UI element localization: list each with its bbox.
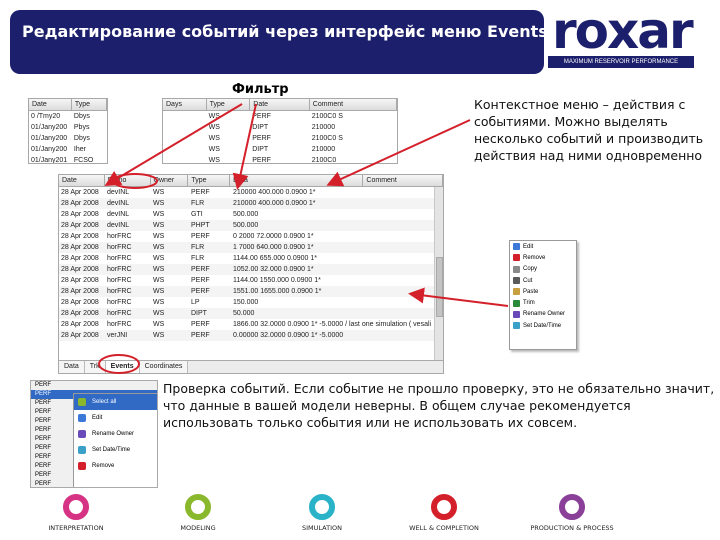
ring-icon (431, 494, 457, 520)
ring-icon (63, 494, 89, 520)
footer-item: INTERPRETATION (16, 494, 136, 532)
footer-item: SIMULATION (262, 494, 382, 532)
ring-icon (559, 494, 585, 520)
ring-icon (309, 494, 335, 520)
footer-label: SIMULATION (302, 524, 342, 532)
arrow-filter-right (232, 103, 257, 190)
ring-icon (185, 494, 211, 520)
footer-label: INTERPRETATION (48, 524, 104, 532)
footer-item: PRODUCTION & PROCESS (512, 494, 632, 532)
arrow-comment (326, 119, 471, 187)
annotation-arrows (98, 103, 509, 374)
owner-column-highlight (112, 173, 158, 189)
arrow-filter-left (104, 103, 243, 187)
footer-label: MODELING (180, 524, 216, 532)
footer-label: WELL & COMPLETION (409, 524, 479, 532)
footer-item: WELL & COMPLETION (384, 494, 504, 532)
events-tab-highlight (98, 354, 140, 374)
footer-item: MODELING (138, 494, 258, 532)
arrow-context-menu (408, 287, 509, 307)
footer-label: PRODUCTION & PROCESS (530, 524, 614, 532)
